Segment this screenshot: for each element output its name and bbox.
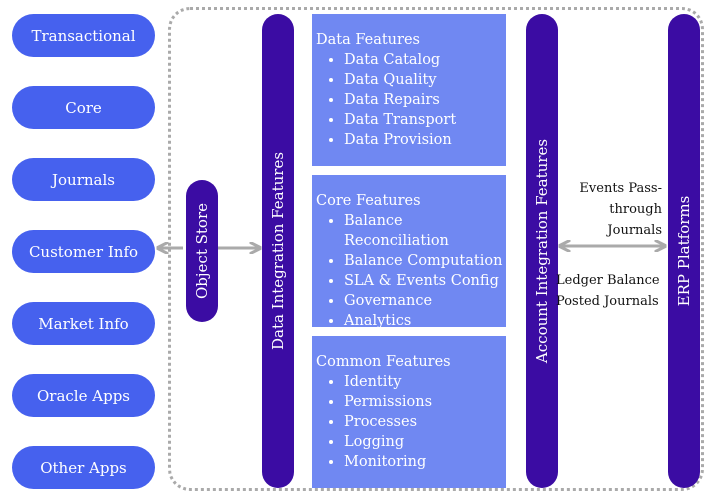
arrows-layer (0, 0, 708, 500)
